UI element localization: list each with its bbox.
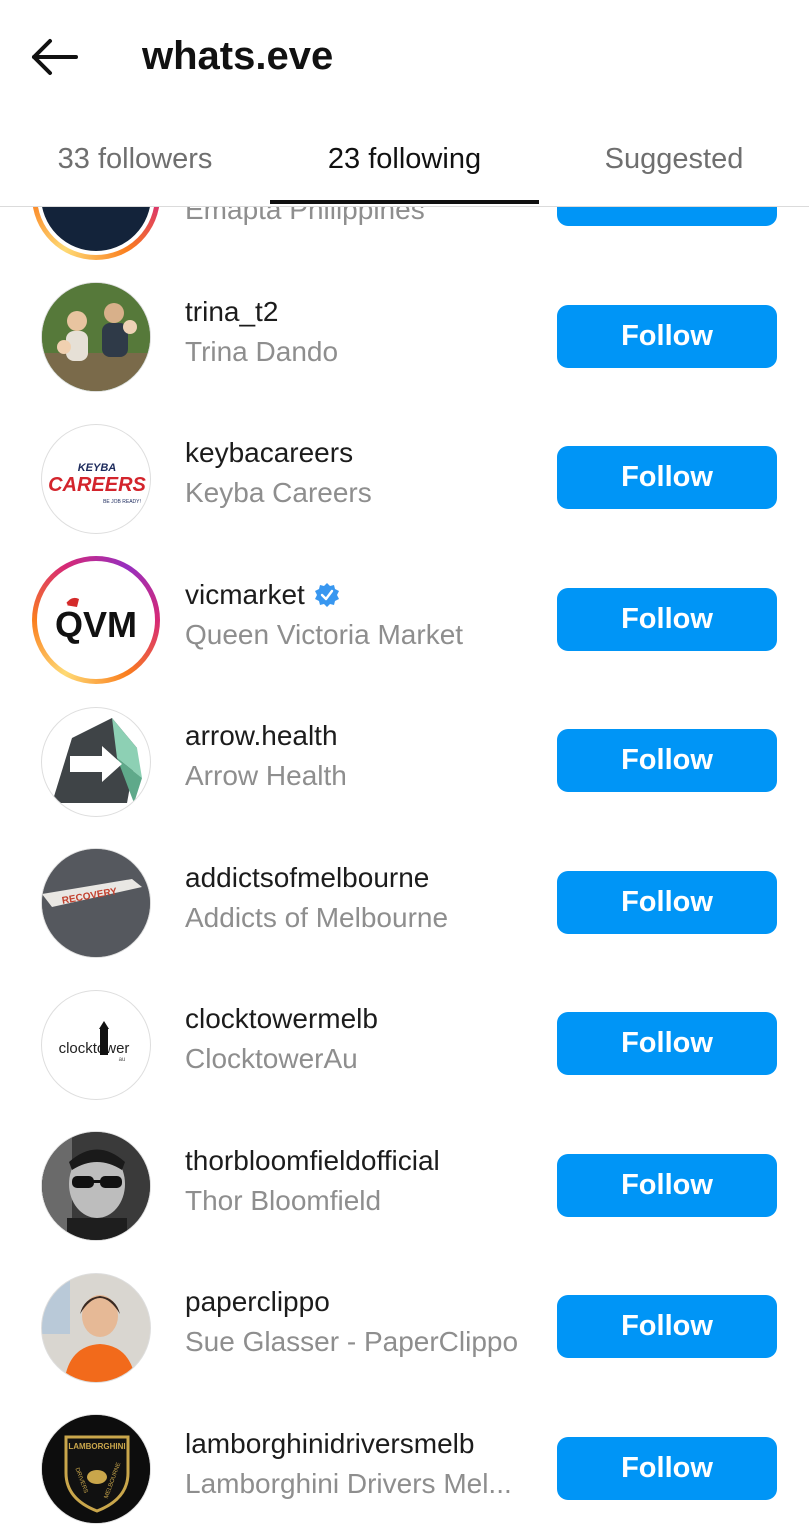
follow-button[interactable]: Follow	[557, 729, 777, 792]
avatar	[41, 1131, 151, 1241]
avatar-wrapper[interactable]: LAMBORGHINI DRIVERS MELBOURNE	[32, 1405, 160, 1533]
follow-button[interactable]: Follow	[557, 304, 777, 368]
username[interactable]: thorbloomfieldofficial	[185, 1143, 440, 1179]
follow-button[interactable]: Follow	[557, 446, 777, 509]
avatar	[41, 282, 151, 392]
username[interactable]: addictsofmelbourne	[185, 860, 429, 896]
full-name: Thor Bloomfield	[185, 1184, 382, 1216]
list-item[interactable]: trina_t2 Trina Dando Follow	[0, 258, 809, 400]
list-item[interactable]: RECOVERY addictsofmelbourne Addicts of M…	[0, 824, 809, 966]
username[interactable]: keybacareers	[185, 435, 353, 471]
follow-button[interactable]	[557, 207, 777, 226]
follow-button[interactable]: Follow	[557, 870, 777, 934]
svg-text:clocktower: clocktower	[59, 1040, 130, 1057]
avatar: KEYBA CAREERS BE JOB READY!	[41, 423, 151, 534]
avatar-wrapper[interactable]: RECOVERY	[32, 839, 160, 967]
list-item[interactable]: Emapta Philippines	[0, 207, 809, 260]
tab-followers[interactable]: 33 followers	[0, 112, 270, 206]
list-item[interactable]: thorbloomfieldofficial Thor Bloomfield F…	[0, 1107, 809, 1249]
full-name: Queen Victoria Market	[185, 618, 464, 650]
avatar	[41, 1272, 151, 1383]
page-title: whats.eve	[142, 34, 334, 78]
full-name: Trina Dando	[185, 335, 339, 367]
full-name: ClocktowerAu	[185, 1043, 358, 1074]
full-name: Emapta Philippines	[185, 207, 425, 225]
tab-bar: 33 followers 23 following Suggested	[0, 112, 809, 207]
full-name: Sue Glasser - PaperClippo	[185, 1326, 519, 1357]
avatar	[41, 706, 151, 817]
avatar: QVM	[37, 561, 155, 679]
verified-badge-icon	[314, 582, 339, 607]
list-item[interactable]: LAMBORGHINI DRIVERS MELBOURNE lamborghin…	[0, 1390, 809, 1532]
list-item[interactable]: KEYBA CAREERS BE JOB READY! keybacareers…	[0, 399, 809, 541]
full-name: Addicts of Melbourne	[185, 901, 449, 933]
tab-following[interactable]: 23 following	[270, 112, 539, 206]
avatar-wrapper[interactable]	[32, 1122, 160, 1250]
avatar: RECOVERY	[41, 848, 151, 958]
username[interactable]: vicmarket	[185, 577, 340, 613]
svg-text:au: au	[119, 1057, 126, 1063]
list-item[interactable]: QVM vicmarket Queen Victoria Market Foll…	[0, 541, 809, 684]
follow-button[interactable]: Follow	[557, 587, 777, 651]
full-name: Lamborghini Drivers Mel...	[185, 1467, 512, 1499]
svg-text:BE JOB READY!: BE JOB READY!	[103, 499, 141, 505]
svg-text:KEYBA: KEYBA	[78, 462, 117, 474]
avatar: clocktower au	[41, 989, 151, 1100]
username[interactable]: arrow.health	[185, 718, 338, 754]
app-header: whats.eve	[0, 0, 809, 112]
active-tab-indicator	[270, 200, 539, 204]
avatar-wrapper[interactable]: KEYBA CAREERS BE JOB READY!	[32, 415, 160, 543]
avatar-wrapper[interactable]	[32, 1264, 160, 1392]
follow-button[interactable]: Follow	[557, 1012, 777, 1075]
svg-text:CAREERS: CAREERS	[48, 474, 146, 496]
avatar	[37, 207, 155, 255]
follow-button[interactable]: Follow	[557, 1295, 777, 1358]
follow-button[interactable]: Follow	[557, 1436, 777, 1500]
arrow-left-icon	[32, 39, 78, 75]
full-name: Arrow Health	[185, 760, 347, 791]
svg-text:QVM: QVM	[55, 604, 137, 645]
avatar-story-ring[interactable]	[32, 207, 160, 260]
avatar-wrapper[interactable]: clocktower au	[32, 981, 160, 1109]
full-name: Keyba Careers	[185, 477, 372, 508]
username[interactable]: trina_t2	[185, 294, 278, 330]
avatar-wrapper[interactable]	[32, 698, 160, 826]
avatar: LAMBORGHINI DRIVERS MELBOURNE	[41, 1414, 151, 1524]
tab-suggested[interactable]: Suggested	[539, 112, 809, 206]
avatar-story-ring[interactable]: QVM	[32, 556, 160, 684]
back-button[interactable]	[28, 32, 82, 82]
list-item[interactable]: paperclippo Sue Glasser - PaperClippo Fo…	[0, 1248, 809, 1390]
username[interactable]: clocktowermelb	[185, 1001, 378, 1037]
list-item[interactable]: arrow.health Arrow Health Follow	[0, 682, 809, 824]
following-list[interactable]: Emapta Philippines trina_t2 Trina Dando …	[0, 207, 809, 1536]
username-text: vicmarket	[185, 578, 305, 610]
follow-button[interactable]: Follow	[557, 1153, 777, 1217]
svg-text:LAMBORGHINI: LAMBORGHINI	[68, 1442, 125, 1451]
username[interactable]: paperclippo	[185, 1284, 330, 1320]
list-item[interactable]: clocktower au clocktowermelb ClocktowerA…	[0, 965, 809, 1107]
username[interactable]: lamborghinidriversmelb	[185, 1426, 474, 1462]
avatar-wrapper[interactable]	[32, 273, 160, 401]
